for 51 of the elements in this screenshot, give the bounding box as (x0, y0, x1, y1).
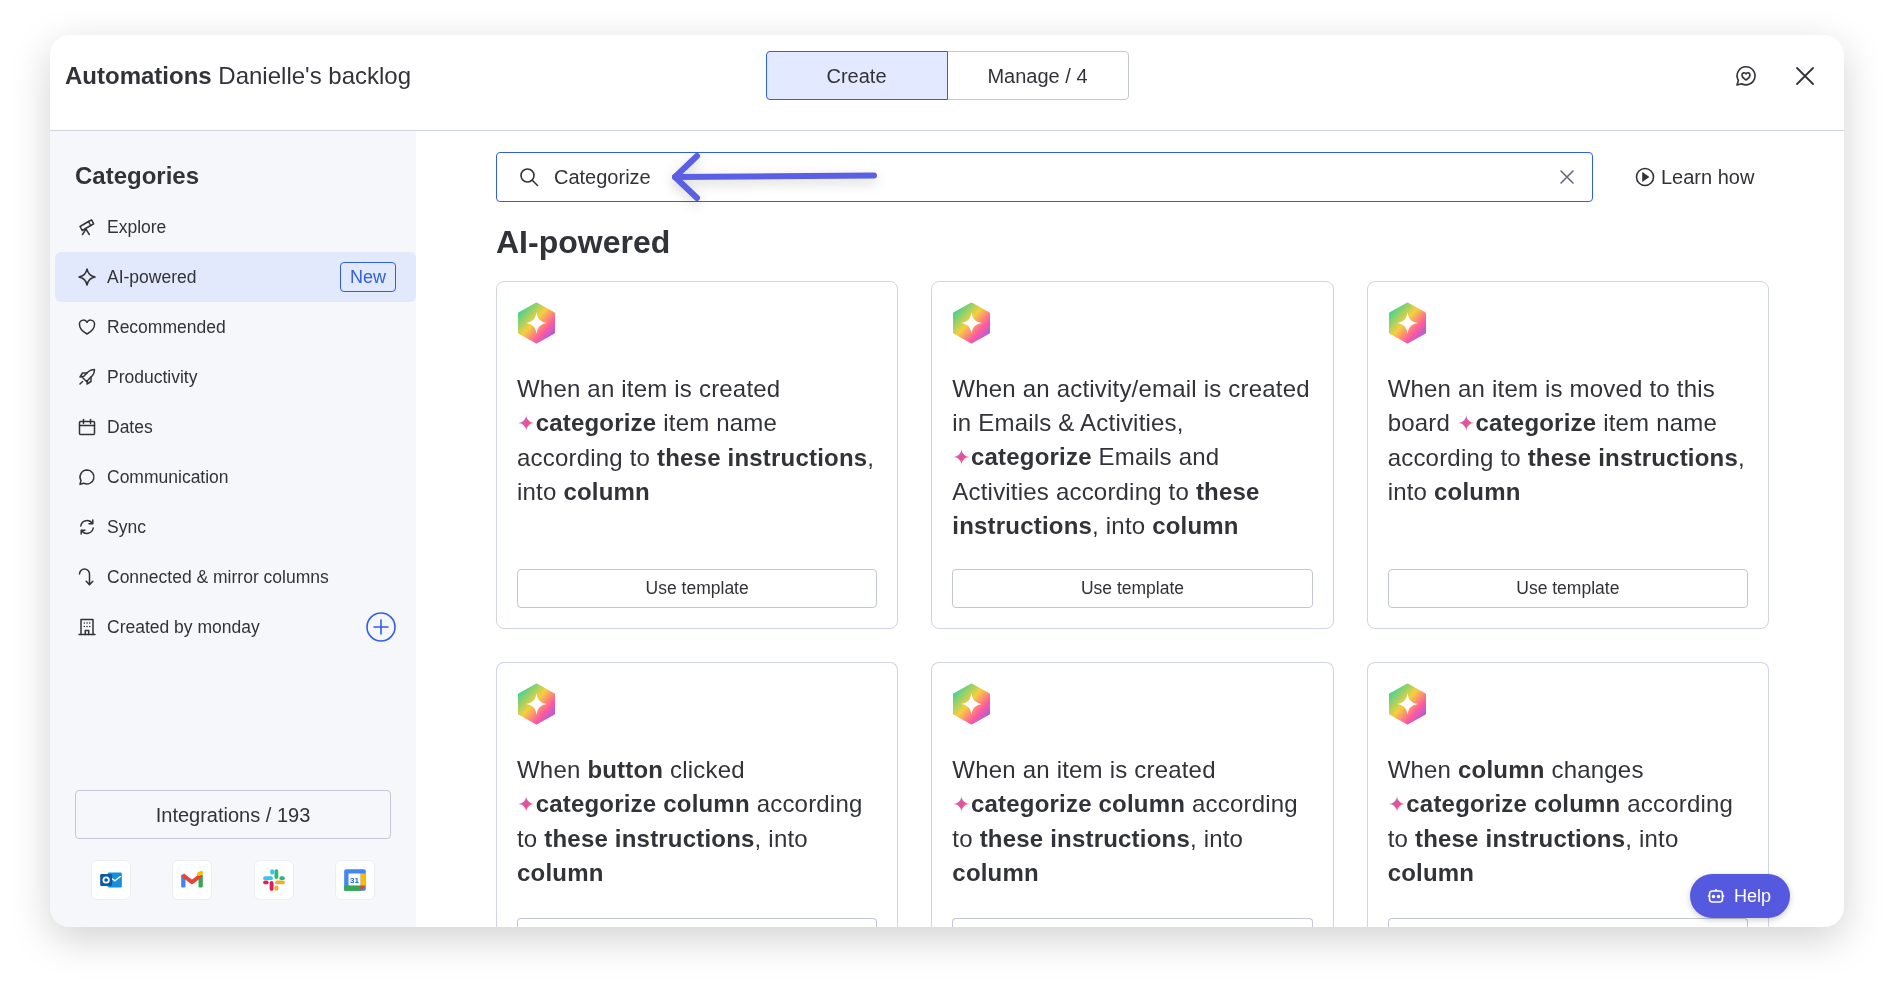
sidebar-item[interactable]: Recommended (55, 302, 416, 352)
mail-app-icon[interactable] (91, 860, 131, 900)
help-button[interactable]: Help (1689, 874, 1790, 918)
sidebar-heading: Categories (74, 161, 201, 191)
tab[interactable]: Create (765, 51, 948, 100)
clear-icon[interactable] (1560, 170, 1574, 184)
search-field[interactable]: Categorize (496, 152, 1593, 202)
building-icon (77, 617, 97, 637)
sidebar-item[interactable]: AI-powered New (55, 252, 416, 302)
section-heading: AI-powered (496, 224, 672, 260)
sidebar-item[interactable]: Dates (55, 402, 416, 452)
card-description: When button clicked ✦categorize column according to these instructions, into column (517, 755, 864, 888)
telescope-icon (77, 217, 97, 237)
card-description: When an item is created ✦categorize item name according to these instructions, into column (517, 374, 876, 507)
heart-icon (77, 317, 97, 337)
window-title: Automations Danielle's backlog (65, 60, 412, 91)
robot-icon (1706, 888, 1725, 904)
sidebar-item[interactable]: Created by monday (55, 602, 416, 652)
tag-badge: New (340, 262, 396, 292)
pinwheel-logo-icon[interactable] (253, 860, 294, 900)
sidebar-item[interactable]: Connected & mirror columns (55, 552, 416, 602)
use-template-button[interactable]: Use template (517, 569, 878, 608)
learn-how-button[interactable]: Learn how (1635, 162, 1755, 192)
add-icon[interactable] (366, 612, 396, 642)
sidebar-item[interactable]: Productivity (55, 352, 416, 402)
use-template-button[interactable]: Use template (1387, 569, 1748, 608)
hexagon-sparkle-icon (952, 683, 992, 725)
feedback-icon[interactable] (1734, 63, 1758, 88)
card-description: When an item is moved to this board ✦categorize item name according to these instructions, into column (1387, 374, 1746, 507)
sync-icon (77, 517, 97, 537)
card-description: When an activity/email is created in Emails & Activities, ✦categorize Emails and Activities according to these instructions, into column (952, 374, 1311, 541)
four-point-star-icon (77, 267, 97, 287)
hexagon-sparkle-icon (1387, 302, 1427, 344)
hexagon-sparkle-icon (517, 302, 556, 344)
card-description: When an item is created ✦categorize column according to these instructions, into column (952, 755, 1299, 888)
hexagon-sparkle-icon (952, 302, 992, 344)
speech-bubble-icon (77, 467, 97, 487)
sidebar-item[interactable]: Communication (55, 452, 416, 502)
hexagon-sparkle-icon (517, 683, 556, 725)
use-template-button[interactable]: Use template (952, 569, 1313, 608)
m-logo-icon[interactable] (172, 860, 213, 900)
search-icon (519, 167, 539, 187)
play-icon (1635, 167, 1655, 187)
tab[interactable]: Manage / 4 (946, 51, 1129, 100)
calendar-icon (77, 417, 97, 437)
sidebar-item[interactable]: Sync (55, 502, 416, 552)
hexagon-sparkle-icon (1387, 683, 1427, 725)
sidebar-item[interactable]: Explore (55, 202, 416, 252)
close-icon[interactable] (1795, 65, 1815, 86)
integrations-button[interactable]: Integrations / 193 (75, 790, 391, 839)
rocket-icon (77, 367, 97, 387)
